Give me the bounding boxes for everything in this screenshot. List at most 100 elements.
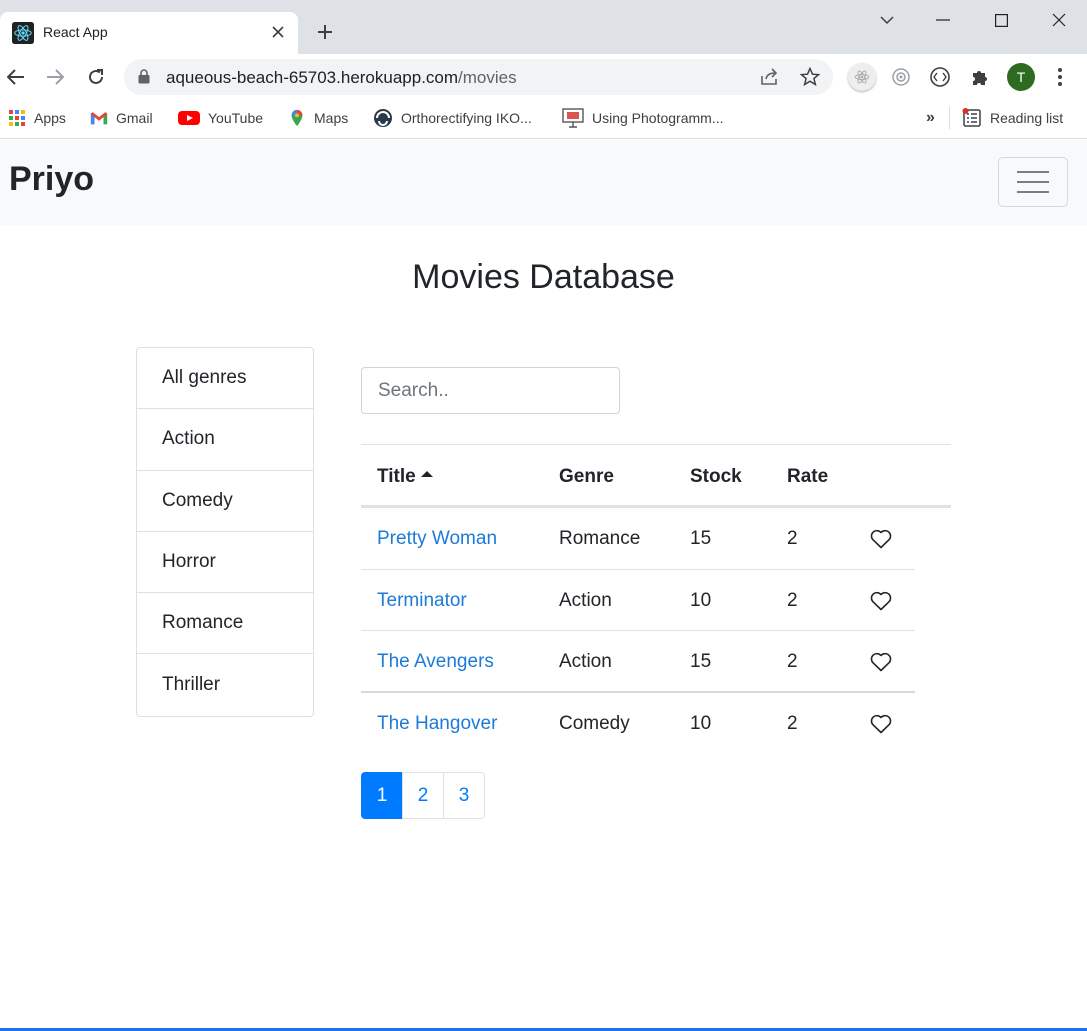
column-header-rate[interactable]: Rate <box>787 466 828 488</box>
movie-stock: 15 <box>690 651 712 672</box>
minimize-icon[interactable] <box>931 8 955 32</box>
reading-list-icon <box>962 108 981 127</box>
navbar-brand[interactable]: Priyo <box>9 160 94 199</box>
bookmarks-bar: Apps Gmail YouTube Maps Orthorectifying … <box>0 100 1087 139</box>
genre-list: All genres Action Comedy Horror Romance … <box>136 347 314 717</box>
new-tab-icon[interactable] <box>314 21 336 43</box>
reading-list-label: Reading list <box>990 110 1064 126</box>
bookmark-star-icon[interactable] <box>799 66 821 88</box>
search-input[interactable] <box>361 367 620 414</box>
genre-item-action[interactable]: Action <box>137 409 313 471</box>
address-bar[interactable]: aqueous-beach-65703.herokuapp.com/movies <box>124 59 833 95</box>
table-header: Title Genre Stock Rate <box>361 444 951 508</box>
bookmark-label: Using Photogramm... <box>592 110 724 126</box>
maps-icon <box>291 109 303 127</box>
share-icon[interactable] <box>759 66 781 88</box>
bookmark-youtube[interactable]: YouTube <box>178 108 263 128</box>
app-navbar: Priyo <box>0 140 1087 225</box>
table-row: Terminator Action 10 2 <box>361 570 951 631</box>
genre-item-all[interactable]: All genres <box>137 348 313 410</box>
pagination: 1 2 3 <box>361 772 485 819</box>
movie-rate: 2 <box>787 651 798 672</box>
page-1-button[interactable]: 1 <box>361 772 403 819</box>
tab-search-chevron-icon[interactable] <box>875 8 899 32</box>
movie-title-link[interactable]: The Avengers <box>377 651 494 673</box>
browser-toolbar: aqueous-beach-65703.herokuapp.com/movies… <box>0 54 1087 100</box>
movie-stock: 10 <box>690 589 712 611</box>
react-icon <box>12 22 34 44</box>
url-text[interactable]: aqueous-beach-65703.herokuapp.com/movies <box>166 68 517 88</box>
genre-item-thriller[interactable]: Thriller <box>137 654 313 715</box>
movie-genre: Action <box>559 589 612 611</box>
movie-rate: 2 <box>787 528 798 549</box>
table-row: Pretty Woman Romance 15 2 <box>361 508 951 570</box>
url-path: /movies <box>458 68 517 87</box>
apps-grid-icon <box>9 110 25 126</box>
navbar-toggler-button[interactable] <box>998 157 1068 207</box>
bookmark-label: Orthorectifying IKO... <box>401 110 532 126</box>
column-header-label: Title <box>377 466 416 487</box>
movie-title-link[interactable]: Terminator <box>377 590 467 612</box>
page-title: Movies Database <box>412 258 675 296</box>
bookmark-gmail[interactable]: Gmail <box>90 108 153 128</box>
browser-tab[interactable]: React App <box>0 12 298 54</box>
bookmark-label: Maps <box>314 110 349 126</box>
movie-rate: 2 <box>787 712 798 734</box>
movie-rate: 2 <box>787 589 798 611</box>
like-heart-icon[interactable] <box>870 529 892 549</box>
like-heart-icon[interactable] <box>870 714 892 734</box>
bookmark-maps[interactable]: Maps <box>288 108 348 128</box>
table-row: The Avengers Action 15 2 <box>361 631 951 693</box>
hamburger-line <box>1017 171 1049 173</box>
movie-title-link[interactable]: Pretty Woman <box>377 528 497 550</box>
tab-close-icon[interactable] <box>268 22 288 42</box>
reading-list-button[interactable]: Reading list <box>962 108 1063 128</box>
page-3-button[interactable]: 3 <box>443 772 485 819</box>
close-window-icon[interactable] <box>1047 8 1071 32</box>
table-row: The Hangover Comedy 10 2 <box>361 693 951 755</box>
code-extension-icon[interactable] <box>928 65 952 89</box>
column-header-stock[interactable]: Stock <box>690 466 742 488</box>
movie-genre: Action <box>559 651 612 672</box>
genre-item-horror[interactable]: Horror <box>137 532 313 594</box>
column-header-title[interactable]: Title <box>377 466 433 488</box>
url-host: aqueous-beach-65703.herokuapp.com <box>166 68 459 87</box>
youtube-icon <box>178 111 200 125</box>
browser-tabstrip: React App <box>0 0 1087 54</box>
profile-avatar[interactable]: T <box>1007 63 1035 91</box>
hamburger-line <box>1017 181 1049 183</box>
column-header-genre[interactable]: Genre <box>559 466 614 488</box>
like-heart-icon[interactable] <box>870 591 892 611</box>
gmail-icon <box>90 112 108 125</box>
genre-item-comedy[interactable]: Comedy <box>137 471 313 532</box>
bookmarks-overflow-chevron[interactable]: » <box>926 108 935 128</box>
bookmark-orthorectifying[interactable]: Orthorectifying IKO... <box>373 108 532 128</box>
bookmark-photogrammetry[interactable]: Using Photogramm... <box>562 108 724 128</box>
movie-genre: Comedy <box>559 712 630 734</box>
reload-icon[interactable] <box>84 65 108 89</box>
hamburger-line <box>1017 191 1049 193</box>
movies-table: Title Genre Stock Rate Pretty Woman Roma… <box>361 444 951 754</box>
forward-arrow-icon[interactable] <box>43 65 67 89</box>
maximize-icon[interactable] <box>989 8 1013 32</box>
like-heart-icon[interactable] <box>870 652 892 672</box>
movie-title-link[interactable]: The Hangover <box>377 713 497 735</box>
page-2-button[interactable]: 2 <box>402 772 444 819</box>
movie-stock: 10 <box>690 712 712 734</box>
site-icon <box>374 109 392 127</box>
bookmark-apps[interactable]: Apps <box>8 108 66 128</box>
target-extension-icon[interactable] <box>889 65 913 89</box>
presentation-icon <box>562 108 584 128</box>
back-arrow-icon[interactable] <box>4 65 28 89</box>
more-menu-icon[interactable] <box>1048 65 1072 89</box>
lock-icon <box>138 69 150 84</box>
bookmarks-separator <box>949 107 950 129</box>
react-devtools-extension-icon[interactable] <box>848 63 876 91</box>
bookmark-label: YouTube <box>208 110 264 126</box>
bookmark-label: Apps <box>34 110 66 126</box>
bookmark-label: Gmail <box>116 110 153 126</box>
extensions-puzzle-icon[interactable] <box>968 65 992 89</box>
tab-title: React App <box>43 24 108 40</box>
genre-item-romance[interactable]: Romance <box>137 593 313 655</box>
sort-ascending-icon <box>420 471 433 477</box>
